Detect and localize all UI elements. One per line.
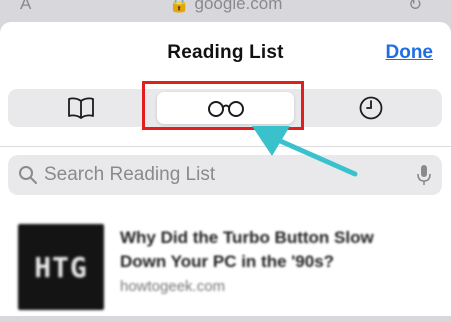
address-domain: 🔒 google.com <box>0 0 451 14</box>
glasses-icon <box>207 101 244 117</box>
article-domain: howtogeek.com <box>120 278 226 295</box>
article-title: Why Did the Turbo Button Slow Down Your … <box>120 228 374 271</box>
search-icon <box>19 166 37 184</box>
search-field[interactable]: Search Reading List <box>8 155 442 195</box>
reading-list-sheet: Reading List Done Search Reading List HT… <box>0 22 451 316</box>
domain-text: google.com <box>194 0 283 13</box>
tab-history[interactable] <box>298 89 443 127</box>
tab-reading-list[interactable] <box>153 89 298 127</box>
done-button[interactable]: Done <box>386 42 434 64</box>
book-icon <box>67 97 94 119</box>
microphone-icon[interactable] <box>416 163 432 187</box>
search-placeholder: Search Reading List <box>44 164 216 185</box>
list-item[interactable]: HTG Why Did the Turbo Button Slow Down Y… <box>0 222 451 322</box>
sheet-title: Reading List <box>167 42 284 63</box>
clock-icon <box>359 96 382 120</box>
article-thumbnail: HTG <box>18 224 104 310</box>
tab-bookmarks[interactable] <box>8 89 153 127</box>
view-segmented-control <box>8 89 442 127</box>
divider <box>0 146 451 147</box>
reload-icon[interactable]: ↻ <box>408 0 422 15</box>
